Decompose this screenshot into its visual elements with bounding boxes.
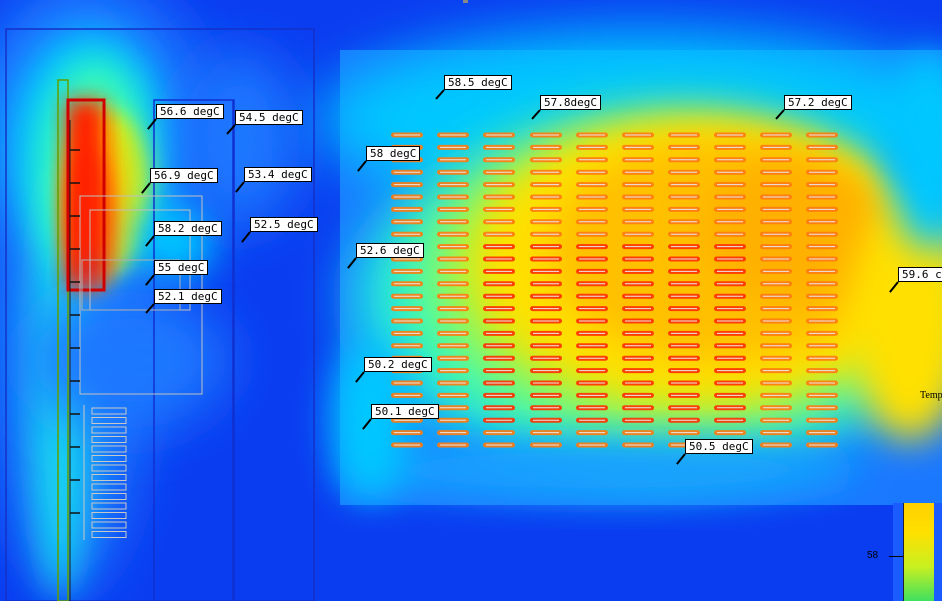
probe-label: 54.5 degC [235, 110, 303, 125]
probe-label: 52.6 degC [356, 243, 424, 258]
probe-label: 58.5 degC [444, 75, 512, 90]
probe-label: 52.5 degC [250, 217, 318, 232]
probe-label: 50.1 degC [371, 404, 439, 419]
thermal-map [0, 0, 942, 601]
probe-label: 55 degC [154, 260, 209, 275]
legend-title: Temp [920, 390, 942, 401]
top-marker [463, 0, 468, 3]
probe-label: 58 degC [366, 146, 421, 161]
scale-tick-label: 58 [867, 550, 879, 561]
probe-label: 57.2 degC [784, 95, 852, 110]
probe-label: 56.6 degC [156, 104, 224, 119]
probe-label: 50.5 degC [685, 439, 753, 454]
scale-tick [889, 556, 903, 557]
probe-label: 59.6 c [898, 267, 942, 282]
probe-label: 52.1 degC [154, 289, 222, 304]
probe-label: 58.2 degC [154, 221, 222, 236]
probe-label: 53.4 degC [244, 167, 312, 182]
probe-label: 56.9 degC [150, 168, 218, 183]
probe-label: 57.8degC [540, 95, 601, 110]
color-scale-bar [903, 503, 934, 601]
probe-label: 50.2 degC [364, 357, 432, 372]
